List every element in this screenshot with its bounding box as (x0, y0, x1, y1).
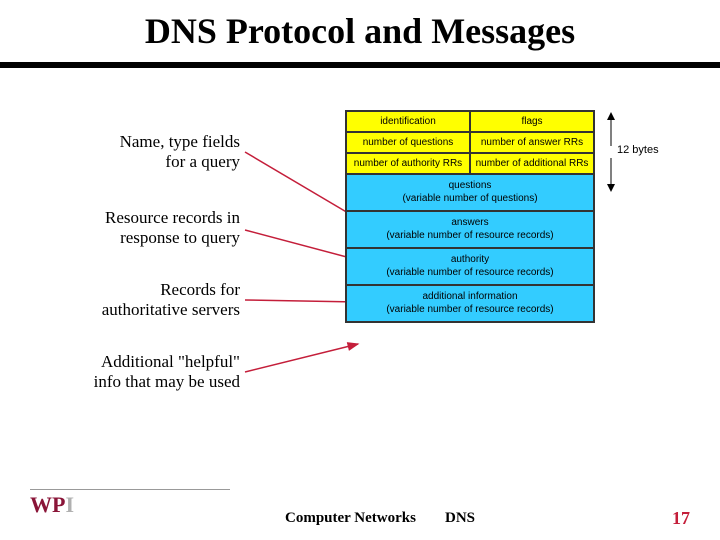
page-number: 17 (672, 508, 690, 529)
slide: DNS Protocol and Messages Name, type fie… (0, 0, 720, 540)
label-line: Records for (160, 280, 240, 299)
footer-divider (30, 489, 230, 490)
footer-course: Computer Networks (285, 510, 416, 527)
header-row-3: number of authority RRs number of additi… (346, 153, 594, 174)
label-line: for a query (165, 152, 240, 171)
cell-num-answers: number of answer RRs (470, 132, 594, 153)
cell-num-authority: number of authority RRs (346, 153, 470, 174)
header-row-2: number of questions number of answer RRs (346, 132, 594, 153)
section-title: questions (449, 180, 492, 191)
cell-identification: identification (346, 111, 470, 132)
cell-num-additional: number of additional RRs (470, 153, 594, 174)
section-answers: answers (variable number of resource rec… (346, 211, 594, 248)
section-additional: additional information (variable number … (346, 285, 594, 322)
header-size-bracket: 12 bytes (605, 112, 660, 190)
section-sub: (variable number of questions) (402, 193, 537, 204)
label-line: Additional "helpful" (101, 352, 240, 371)
header-row-1: identification flags (346, 111, 594, 132)
label-authority-records: Records for authoritative servers (102, 280, 240, 319)
section-authority: authority (variable number of resource r… (346, 248, 594, 285)
section-sub: (variable number of resource records) (386, 230, 553, 241)
title-underline (0, 62, 720, 68)
wpi-logo: WPI (30, 492, 74, 518)
label-line: info that may be used (94, 372, 240, 391)
section-sub: (variable number of resource records) (386, 304, 553, 315)
section-sub: (variable number of resource records) (386, 267, 553, 278)
bracket-label: 12 bytes (617, 144, 659, 156)
section-questions: questions (variable number of questions) (346, 174, 594, 211)
slide-title: DNS Protocol and Messages (0, 0, 720, 52)
logo-letter: I (65, 492, 74, 517)
label-additional-info: Additional "helpful" info that may be us… (94, 352, 240, 391)
section-title: additional information (422, 291, 517, 302)
label-line: response to query (120, 228, 240, 247)
label-line: Resource records in (105, 208, 240, 227)
dns-message-diagram: identification flags number of questions… (345, 110, 595, 323)
cell-flags: flags (470, 111, 594, 132)
label-resource-records: Resource records in response to query (105, 208, 240, 247)
label-line: Name, type fields (120, 132, 240, 151)
label-query-fields: Name, type fields for a query (120, 132, 240, 171)
section-title: answers (451, 217, 488, 228)
label-line: authoritative servers (102, 300, 240, 319)
logo-letter: W (30, 492, 52, 517)
footer-topic: DNS (445, 510, 475, 527)
cell-num-questions: number of questions (346, 132, 470, 153)
section-title: authority (451, 254, 489, 265)
logo-letter: P (52, 492, 65, 517)
content-area: Name, type fields for a query Resource r… (0, 90, 720, 490)
